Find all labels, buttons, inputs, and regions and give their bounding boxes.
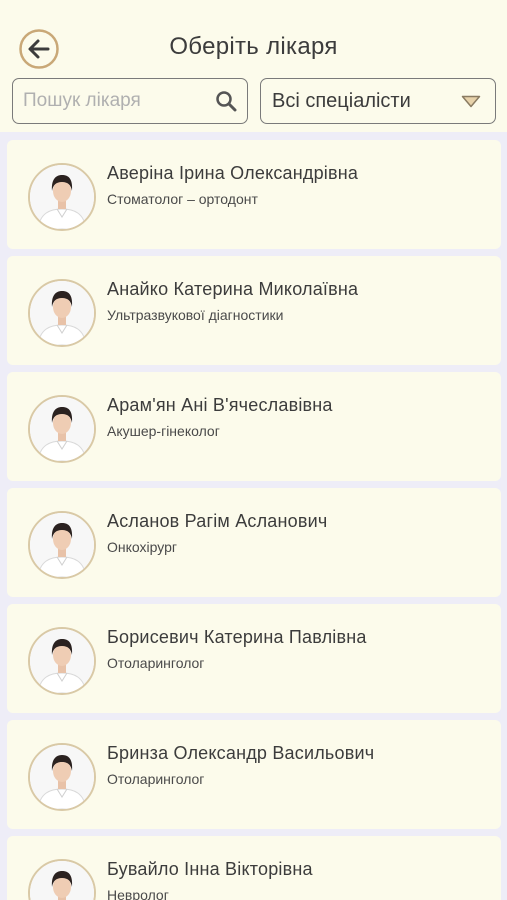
doctor-avatar <box>28 163 96 231</box>
doctor-name: Асланов Рагім Асланович <box>107 511 328 531</box>
doctor-specialty: Отоларинголог <box>107 771 205 787</box>
search-icon[interactable] <box>215 90 237 112</box>
doctor-specialty: Онкохірург <box>107 539 178 555</box>
doctor-card[interactable]: Аверіна Ірина Олександрівна Стоматолог – … <box>7 140 501 249</box>
doctor-avatar <box>28 743 96 811</box>
doctor-card[interactable]: Анайко Катерина Миколаївна Ультразвукової… <box>7 256 501 365</box>
doctor-name: Борисевич Катерина Павлівна <box>107 627 367 647</box>
doctor-name: Бринза Олександр Васильович <box>107 743 375 763</box>
doctor-card[interactable]: Асланов Рагім Асланович Онкохірург <box>7 488 501 597</box>
doctor-name: Арам'ян Ані В'ячеславівна <box>107 395 333 415</box>
specialty-select[interactable]: Всі спеціалісти <box>260 78 496 124</box>
doctor-avatar <box>28 627 96 695</box>
doctor-name: Анайко Катерина Миколаївна <box>107 279 359 299</box>
doctor-specialty: Стоматолог – ортодонт <box>107 191 258 207</box>
search-input[interactable] <box>23 79 211 122</box>
doctor-avatar <box>28 511 96 579</box>
doctor-card[interactable]: Бувайло Інна Вікторівна Невролог <box>7 836 501 900</box>
doctor-avatar <box>28 859 96 900</box>
doctor-name: Аверіна Ірина Олександрівна <box>107 163 359 183</box>
doctor-specialty: Акушер-гінеколог <box>107 423 220 439</box>
doctor-specialty: Ультразвукової діагностики <box>107 307 284 323</box>
doctor-card[interactable]: Борисевич Катерина Павлівна Отоларинголог <box>7 604 501 713</box>
doctor-list[interactable]: Аверіна Ірина Олександрівна Стоматолог – … <box>0 132 507 900</box>
doctor-avatar <box>28 279 96 347</box>
doctor-card[interactable]: Арам'ян Ані В'ячеславівна Акушер-гінеколо… <box>7 372 501 481</box>
triangle-down-icon <box>461 95 481 108</box>
doctor-avatar <box>28 395 96 463</box>
doctor-specialty: Невролог <box>107 887 169 900</box>
doctor-card[interactable]: Бринза Олександр Васильович Отоларинголог <box>7 720 501 829</box>
search-box[interactable] <box>12 78 248 124</box>
page-title: Оберіть лікаря <box>169 33 338 60</box>
header: Оберіть лікаря Всі спеціалісти <box>0 0 507 132</box>
doctor-specialty: Отоларинголог <box>107 655 205 671</box>
doctor-name: Бувайло Інна Вікторівна <box>107 859 313 879</box>
specialty-select-value: Всі спеціалісти <box>272 90 411 112</box>
